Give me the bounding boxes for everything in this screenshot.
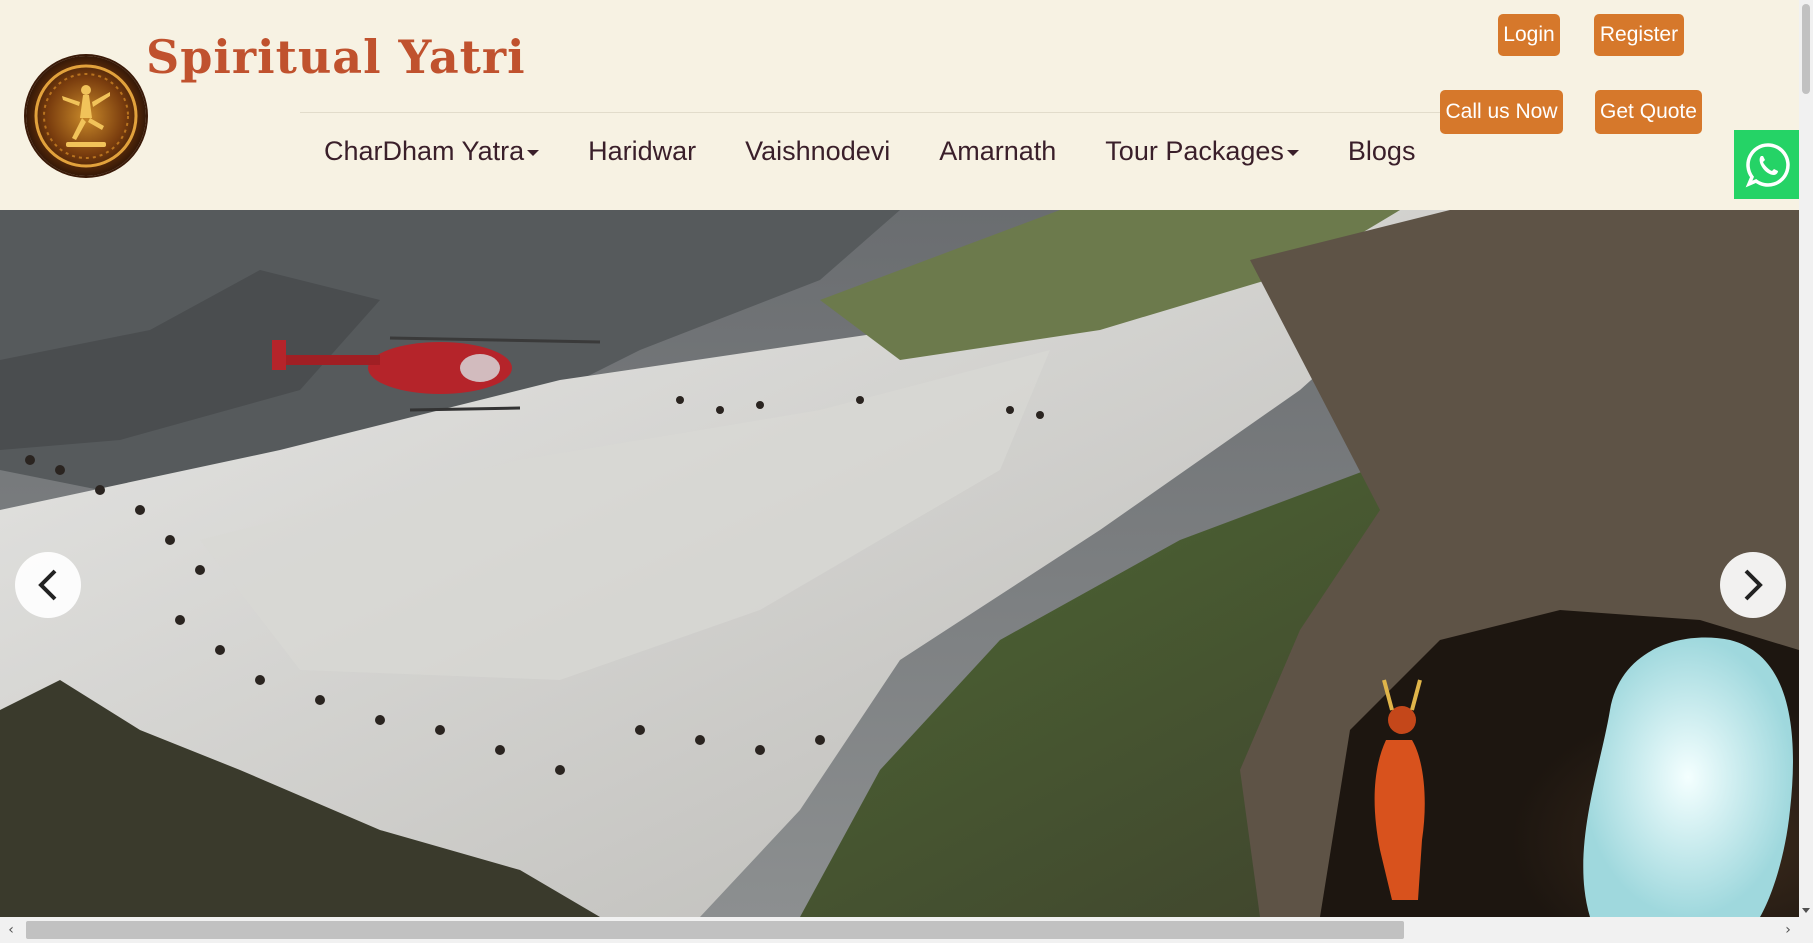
nav-divider: [300, 112, 1440, 113]
register-button[interactable]: Register: [1594, 14, 1684, 56]
whatsapp-button[interactable]: [1734, 130, 1801, 199]
chevron-left-icon: [38, 569, 57, 601]
call-us-button[interactable]: Call us Now: [1440, 90, 1563, 134]
nav-item-label: Haridwar: [588, 136, 697, 166]
nav-item-blogs[interactable]: Blogs: [1348, 136, 1416, 167]
nav-item-chardham-yatra[interactable]: CharDham Yatra: [324, 136, 540, 167]
nav-item-amarnath[interactable]: Amarnath: [939, 136, 1056, 167]
nav-item-label: Amarnath: [939, 136, 1057, 166]
nav-item-label: Vaishnodevi: [745, 136, 891, 166]
caret-down-icon: [1286, 149, 1299, 156]
vertical-scrollbar[interactable]: [1799, 0, 1813, 917]
slider-next-button[interactable]: [1720, 552, 1786, 618]
horizontal-scrollbar-thumb[interactable]: [26, 921, 1404, 939]
get-quote-button[interactable]: Get Quote: [1595, 90, 1702, 134]
whatsapp-icon: [1745, 142, 1790, 187]
nav-item-tour-packages[interactable]: Tour Packages: [1105, 136, 1299, 167]
brand-title[interactable]: Spiritual Yatri: [146, 30, 526, 84]
caret-down-icon: [527, 149, 540, 156]
nav-item-vaishnodevi[interactable]: Vaishnodevi: [745, 136, 890, 167]
nav-item-label: Tour Packages: [1105, 136, 1284, 166]
nav-item-haridwar[interactable]: Haridwar: [588, 136, 696, 167]
chevron-right-icon: [1744, 569, 1763, 601]
vertical-scrollbar-thumb[interactable]: [1802, 4, 1810, 94]
main-nav: CharDham Yatra Haridwar Vaishnodevi Amar…: [324, 136, 1415, 167]
scroll-down-icon[interactable]: [1802, 908, 1810, 913]
slider-prev-button[interactable]: [15, 552, 81, 618]
nav-item-label: CharDham Yatra: [324, 136, 525, 166]
login-button[interactable]: Login: [1498, 14, 1560, 56]
horizontal-scrollbar[interactable]: ‹ ›: [0, 917, 1799, 943]
scroll-right-icon[interactable]: ›: [1779, 921, 1797, 939]
hero-slide-image: [0, 210, 1799, 917]
nataraja-logo[interactable]: [26, 56, 146, 176]
scroll-left-icon[interactable]: ‹: [2, 921, 20, 939]
site-header: Spiritual Yatri CharDham Yatra Haridwar …: [0, 0, 1799, 210]
scrollbar-corner: [1799, 917, 1813, 943]
hero-slider: [0, 210, 1799, 917]
nav-item-label: Blogs: [1347, 136, 1416, 166]
